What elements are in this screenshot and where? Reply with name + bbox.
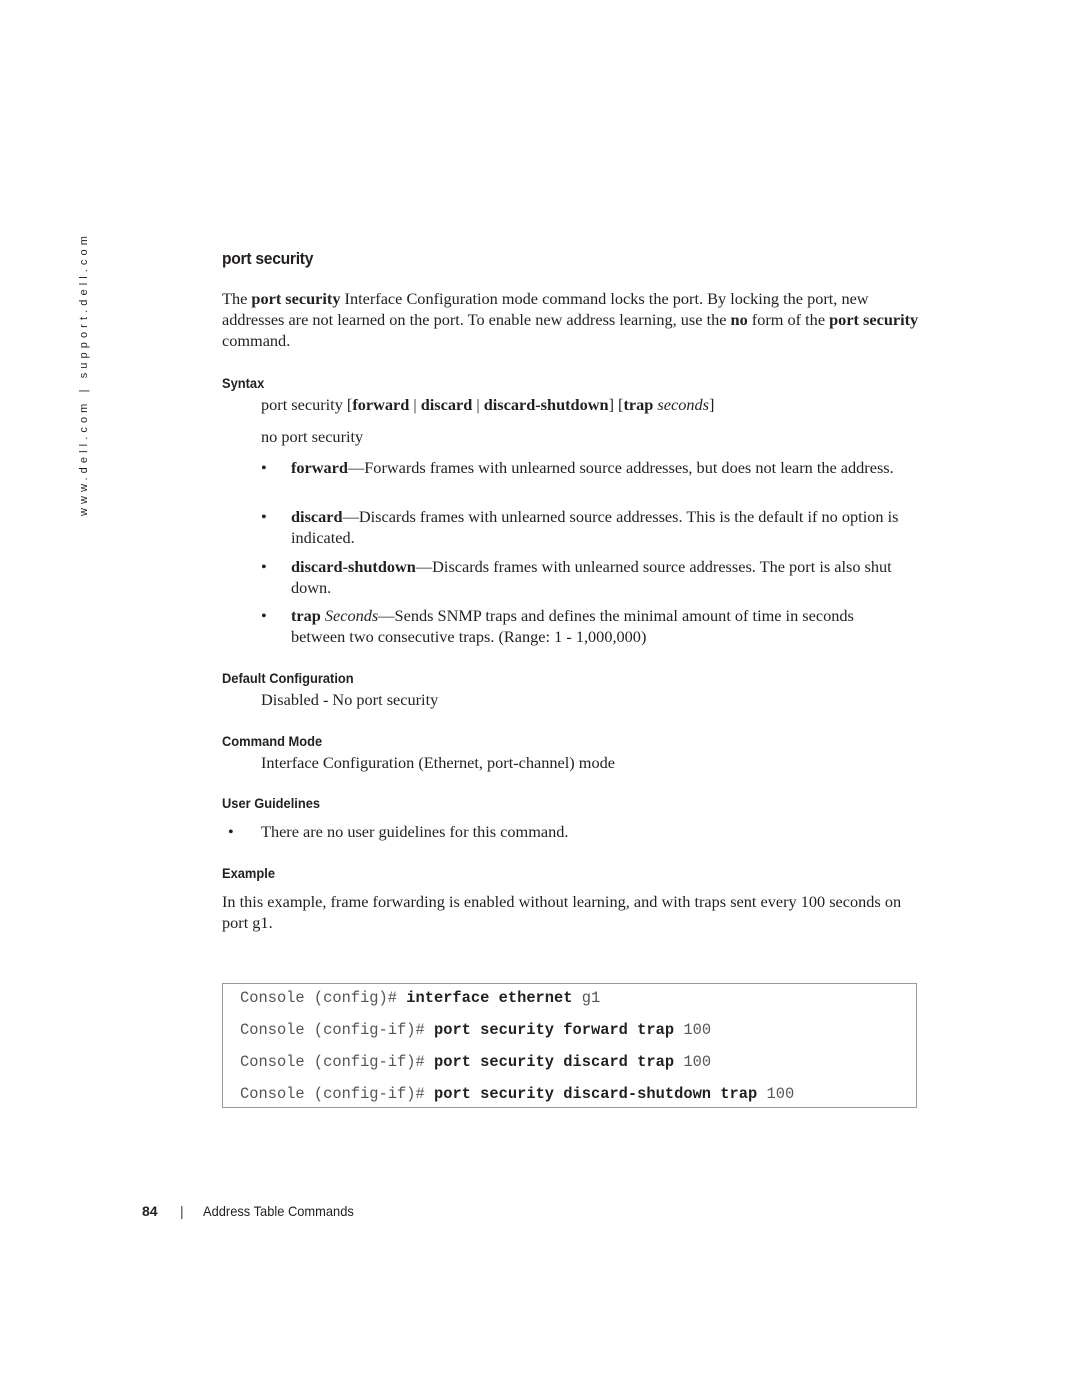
user-guideline-bullet: • There are no user guidelines for this … [228, 822, 569, 841]
example-description: In this example, frame forwarding is ena… [222, 892, 902, 932]
command-mode-heading: Command Mode [222, 733, 323, 749]
syntax-line: port security [forward | discard | disca… [261, 395, 715, 414]
footer-separator: | [180, 1203, 184, 1219]
default-config-text: Disabled - No port security [261, 690, 439, 709]
bullet-icon: • [261, 458, 267, 477]
bullet-icon: • [228, 822, 234, 841]
syntax-bullet-forward: • forward—Forwards frames with unlearned… [261, 458, 894, 477]
code-line: Console (config-if)# port security disca… [240, 1085, 795, 1103]
code-line: Console (config)# interface ethernet g1 [240, 989, 601, 1007]
default-config-heading: Default Configuration [222, 670, 354, 686]
intro-paragraph: The port security Interface Configuratio… [222, 289, 919, 350]
page-number: 84 [142, 1203, 158, 1219]
code-line: Console (config-if)# port security forwa… [240, 1021, 712, 1039]
bullet-icon: • [261, 507, 267, 526]
chapter-title: Address Table Commands [203, 1203, 354, 1219]
user-guidelines-heading: User Guidelines [222, 795, 321, 811]
syntax-no-form: no port security [261, 427, 364, 446]
section-title: port security [222, 249, 314, 268]
code-line: Console (config-if)# port security disca… [240, 1053, 712, 1071]
code-example-box: Console (config)# interface ethernet g1 … [222, 983, 917, 1108]
example-heading: Example [222, 865, 275, 881]
syntax-bullet-trap: • trap Seconds—Sends SNMP traps and defi… [261, 606, 854, 646]
bullet-icon: • [261, 557, 267, 576]
command-mode-text: Interface Configuration (Ethernet, port-… [261, 753, 615, 772]
syntax-bullet-discard-shutdown: • discard-shutdown—Discards frames with … [261, 557, 892, 597]
bullet-icon: • [261, 606, 267, 625]
syntax-heading: Syntax [222, 375, 265, 391]
sidebar-url: www.dell.com | support.dell.com [78, 231, 90, 516]
page-footer: 84 | Address Table Commands [142, 1203, 354, 1219]
syntax-bullet-discard: • discard—Discards frames with unlearned… [261, 507, 899, 547]
